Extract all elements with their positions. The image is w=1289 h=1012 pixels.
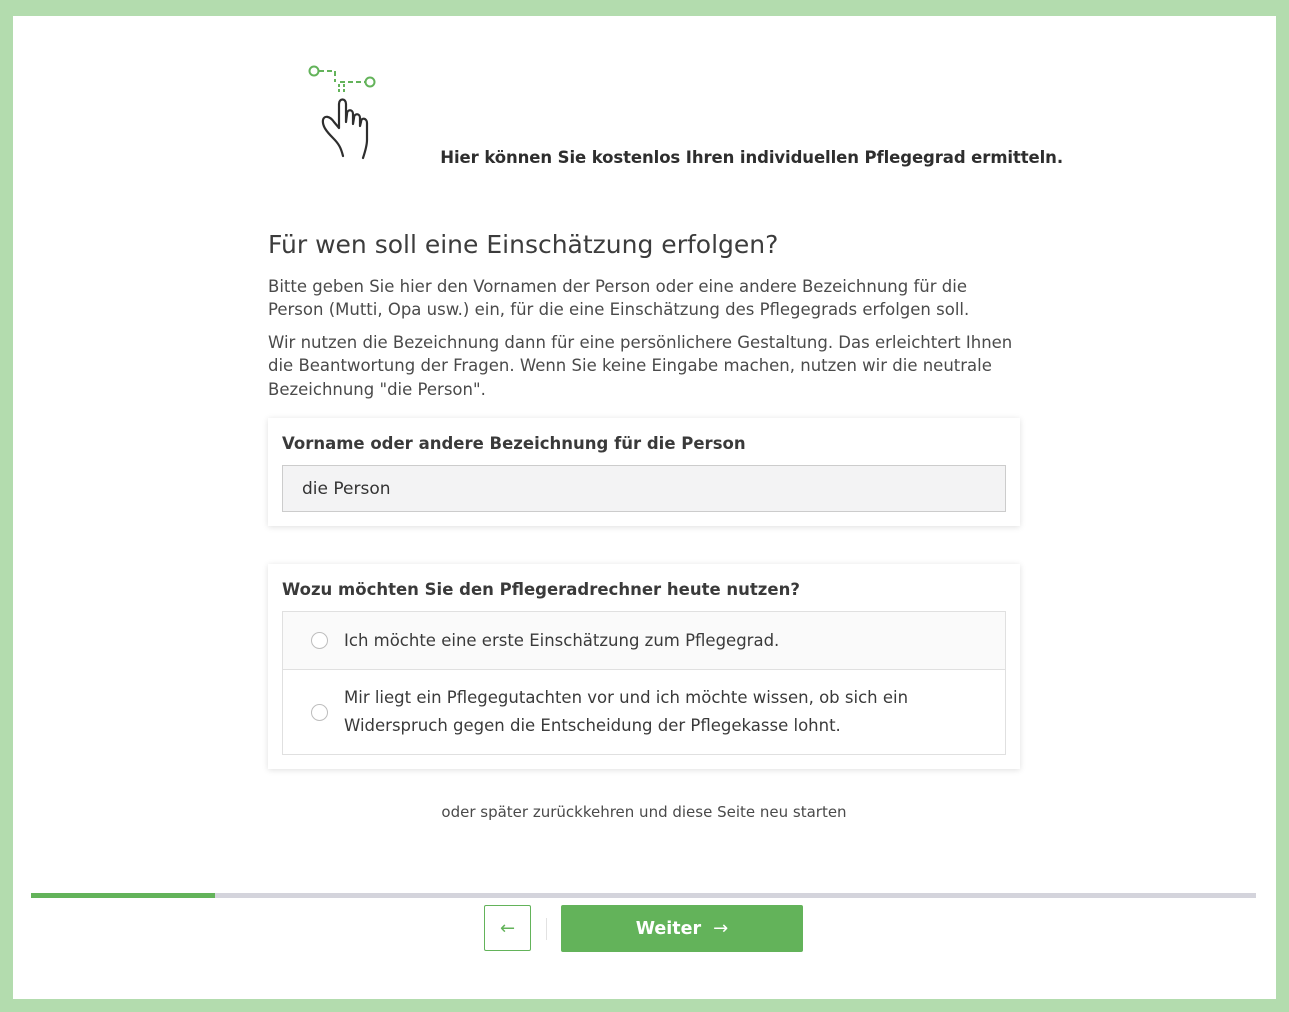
next-button-label: Weiter <box>635 918 702 939</box>
progress-bar <box>31 893 1256 898</box>
arrow-left-icon: ← <box>499 917 516 939</box>
name-input[interactable] <box>282 465 1006 512</box>
radio-button[interactable] <box>311 632 328 649</box>
back-button[interactable]: ← <box>484 905 531 951</box>
restart-later-link[interactable]: oder später zurückkehren und diese Seite… <box>268 803 1020 821</box>
hand-pointer-icon <box>308 65 376 160</box>
usage-option-label: Ich möchte eine erste Einschätzung zum P… <box>344 630 780 650</box>
arrow-right-icon: → <box>713 918 729 939</box>
usage-option-first-assessment[interactable]: Ich möchte eine erste Einschätzung zum P… <box>283 612 1005 670</box>
radio-button[interactable] <box>311 703 328 721</box>
usage-option-label: Mir liegt ein Pflegegutachten vor und ic… <box>344 688 909 735</box>
usage-option-objection-check[interactable]: Mir liegt ein Pflegegutachten vor und ic… <box>283 670 1005 754</box>
next-button[interactable]: Weiter → <box>561 905 803 952</box>
intro-paragraph: Bitte geben Sie hier den Vornamen der Pe… <box>268 276 970 320</box>
page-frame: Hier können Sie kostenlos Ihren individu… <box>13 16 1276 999</box>
intro-paragraph: Wir nutzen die Bezeichnung dann für eine… <box>268 332 1013 399</box>
usage-card: Wozu möchten Sie den Pflegeradrechner he… <box>268 564 1020 769</box>
nav-divider <box>546 918 547 940</box>
main-content: Für wen soll eine Einschätzung erfolgen?… <box>268 229 1020 821</box>
usage-options: Ich möchte eine erste Einschätzung zum P… <box>282 611 1006 755</box>
name-field-label: Vorname oder andere Bezeichnung für die … <box>282 434 746 453</box>
tagline: Hier können Sie kostenlos Ihren individu… <box>440 148 1063 167</box>
usage-question-label: Wozu möchten Sie den Pflegeradrechner he… <box>282 580 800 599</box>
name-card: Vorname oder andere Bezeichnung für die … <box>268 418 1020 526</box>
intro-text: Bitte geben Sie hier den Vornamen der Pe… <box>268 275 1020 402</box>
page-title: Für wen soll eine Einschätzung erfolgen? <box>268 230 779 259</box>
progress-bar-fill <box>31 893 215 898</box>
